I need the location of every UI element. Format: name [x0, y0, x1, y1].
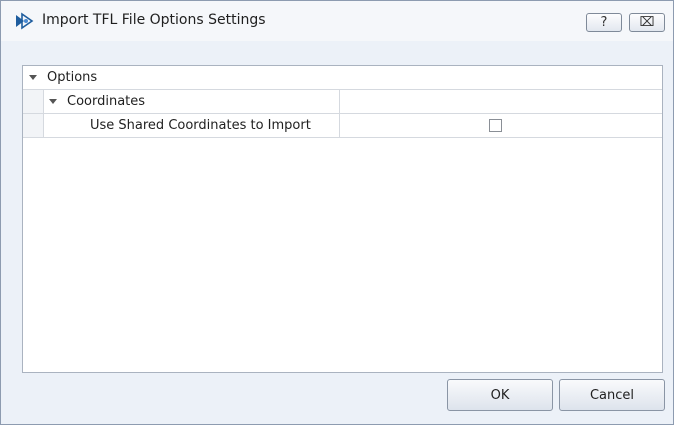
coordinates-category-label: Coordinates: [67, 94, 146, 109]
dialog-window: Import TFL File Options Settings ? ⌧ Opt…: [0, 0, 674, 425]
close-icon: ⌧: [639, 15, 655, 30]
title-bar[interactable]: Import TFL File Options Settings ? ⌧: [1, 1, 673, 41]
chevron-down-icon[interactable]: [49, 99, 57, 104]
help-button[interactable]: ?: [586, 13, 622, 32]
indent-gutter: [23, 114, 44, 137]
help-icon: ?: [600, 15, 608, 30]
ok-button[interactable]: OK: [447, 379, 553, 411]
close-button[interactable]: ⌧: [629, 13, 665, 32]
shared-coordinates-label: Use Shared Coordinates to Import: [90, 118, 311, 133]
options-category-label: Options: [47, 70, 98, 85]
tree-row-coordinates[interactable]: Coordinates: [23, 90, 662, 114]
indent-gutter: [23, 90, 44, 113]
shared-coordinates-checkbox[interactable]: [489, 119, 502, 132]
column-divider[interactable]: [339, 90, 340, 113]
options-property-grid: Options Coordinates Use Shared Coordinat…: [22, 65, 663, 373]
app-logo-icon: [16, 12, 34, 30]
chevron-down-icon[interactable]: [29, 75, 37, 80]
property-row-shared-coordinates[interactable]: Use Shared Coordinates to Import: [23, 114, 662, 138]
cancel-button[interactable]: Cancel: [559, 379, 665, 411]
tree-row-options[interactable]: Options: [23, 66, 662, 90]
window-title: Import TFL File Options Settings: [42, 12, 266, 28]
column-divider[interactable]: [339, 114, 340, 137]
